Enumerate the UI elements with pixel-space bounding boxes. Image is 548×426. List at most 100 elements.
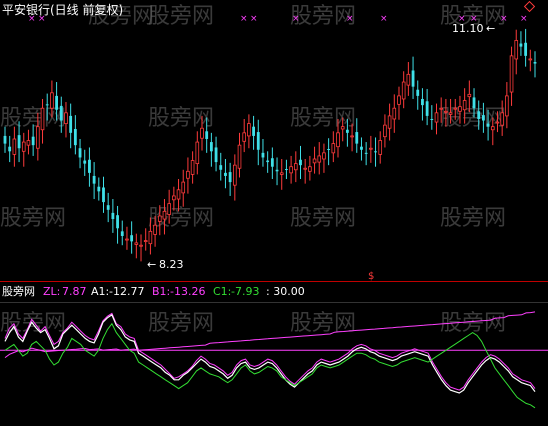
candle-body [519,43,523,47]
candle-body [214,147,218,163]
candle-body [421,98,424,106]
candle-body [200,127,204,139]
watermark-text: 股旁网 [148,206,214,231]
candle-body [64,112,68,124]
candle-body [472,97,476,109]
zl-value: 7.87 [62,285,87,298]
candle-body [303,167,307,170]
threshold-value: : 30.00 [266,285,305,298]
candle-body [289,166,293,174]
candle-body [482,115,485,121]
candle-body [59,105,63,121]
candle-body [237,144,242,169]
candle-body [378,140,383,155]
candle-body [97,186,101,192]
c1-line [4,322,536,409]
candle-body [462,100,467,111]
event-marker: × [346,14,354,24]
b1-value: -13.26 [170,285,205,298]
diamond-icon[interactable] [523,0,536,13]
candle-body [186,170,190,179]
candle-body [172,195,176,201]
candle-body [425,101,429,116]
watermark-text: 股旁网 [440,206,506,231]
candle-body [195,141,200,165]
candle-body [509,55,514,93]
candle-body [350,135,354,138]
candle-body [360,146,363,150]
candle-body [106,205,110,210]
candle-body [266,160,270,163]
candle-body [143,240,148,242]
candle-body [505,95,509,117]
candle-body [514,40,519,60]
zl-label: ZL: [43,285,60,298]
candle-body [190,160,195,175]
candle-body [308,166,312,172]
event-marker: × [250,14,258,24]
candle-body [299,159,302,166]
candle-body [397,95,401,105]
candle-body [322,152,326,160]
low-arrow: ← [147,258,156,271]
price-panel: 平安银行(日线 前复权) × × × × × × × × × × × 11.10 ← ← 8.23 … [2,0,537,282]
candle-body [233,164,237,186]
candle-body [453,107,458,110]
candle-body [434,112,439,123]
candle-body [406,73,411,86]
a1-value: -12.77 [109,285,144,298]
candle-body [336,132,340,148]
candle-body [45,104,49,106]
event-marker: × [38,14,46,24]
candle-body [209,142,213,152]
candle-body [383,124,387,138]
a1-label: A1: [91,285,109,298]
candle-body [340,126,345,130]
stock-chart-canvas: 股旁网股旁网 股旁网 股旁网股旁网 股旁网 股旁网 股旁网股旁网 股旁网 股旁网 股旁网股旁网股… [0,0,548,409]
candle-body [495,121,500,124]
candle-body [411,70,415,87]
candle-body [500,112,504,126]
candle-body [157,215,162,222]
candle-body [92,175,96,184]
candle-body [293,163,298,171]
candle-body [374,151,377,153]
candle-body [130,235,134,242]
candle-body [364,152,368,154]
candle-body [111,212,115,220]
candle-body [317,155,322,163]
indicator-title: 股旁网 [2,284,35,298]
candle-body [401,81,406,100]
candle-body [17,135,21,149]
candle-body [430,118,434,120]
candle-body [167,203,171,215]
c1-value: -7.93 [231,285,259,298]
candle-body [228,172,232,183]
candle-body [355,132,359,144]
candle-body [176,189,181,200]
candle-body [439,107,444,110]
b1-label: B1: [152,285,170,298]
candle-body [524,42,528,56]
candle-body [219,165,223,170]
candle-body [3,135,7,144]
c1-label: C1: [213,285,231,298]
candle-body [73,128,77,146]
watermark-text: 股旁网 [0,206,66,231]
candle-body [31,136,35,146]
candle-body [369,147,373,150]
candle-body [55,95,58,110]
candle-body [331,143,336,154]
candle-body [327,149,331,150]
candle-body [162,210,167,220]
candle-body [490,126,495,131]
candle-body [312,158,317,164]
candle-body [528,58,533,61]
candle-body [224,172,227,176]
candle-body [416,89,420,96]
candle-body [387,115,392,129]
candle-body [83,160,87,164]
low-label: 8.23 [159,258,184,271]
candle-body [134,242,139,245]
watermark-text: 股旁网 [148,106,214,131]
